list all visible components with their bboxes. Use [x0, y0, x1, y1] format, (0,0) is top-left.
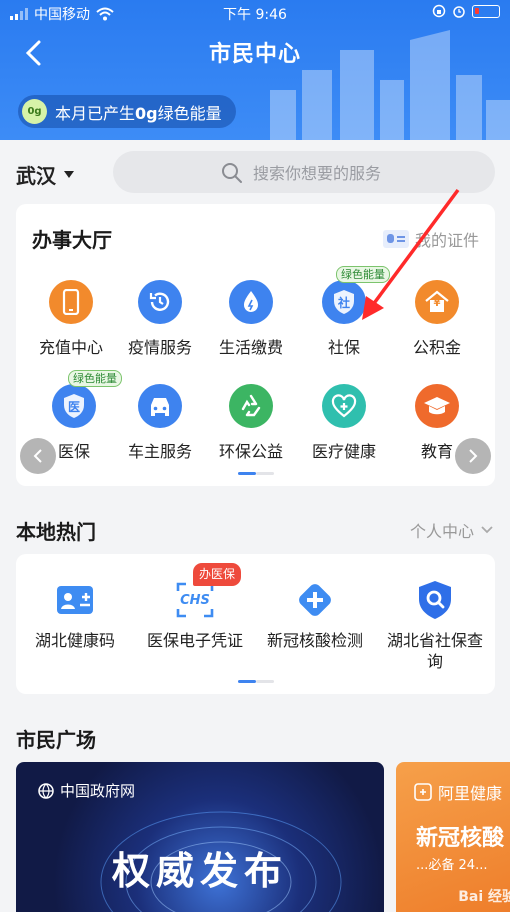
house-yen-icon: ¥ — [415, 280, 459, 324]
ali-health-logo-icon — [414, 783, 432, 801]
plaza-subline: ...必备 24... — [416, 858, 488, 873]
phone-icon — [49, 280, 93, 324]
hot-item-medical-voucher[interactable]: CHS 办医保 医保电子凭证 — [140, 563, 250, 651]
green-energy-badge: 绿色能量 — [336, 266, 390, 283]
personal-center-label: 个人中心 — [409, 522, 474, 541]
car-icon — [138, 384, 182, 428]
plaza-source: 阿里健康 — [438, 784, 503, 803]
clock-history-icon — [138, 280, 182, 324]
service-car-owner[interactable]: 车主服务 — [115, 384, 205, 462]
hot-item-social-security-query[interactable]: 湖北省社保查询 — [380, 580, 490, 672]
service-label: 社保 — [327, 338, 360, 357]
green-energy-pill[interactable]: 0g 本月已产生0g绿色能量 — [18, 95, 236, 128]
service-label: 环保公益 — [218, 442, 283, 461]
hot-item-label: 新冠核酸检测 — [266, 631, 363, 650]
search-icon — [222, 163, 242, 183]
my-certificates-label: 我的证件 — [414, 231, 479, 250]
rotation-lock-icon — [432, 4, 446, 18]
graduation-cap-icon — [415, 384, 459, 428]
energy-text-post: 绿色能量 — [157, 103, 222, 123]
service-label: 教育 — [420, 442, 453, 461]
service-epidemic[interactable]: 疫情服务 — [115, 280, 205, 358]
service-label: 公积金 — [412, 338, 461, 357]
service-social-security[interactable]: 社 绿色能量 社保 — [299, 266, 390, 358]
alarm-icon — [453, 6, 465, 18]
she-char: 社 — [337, 295, 350, 310]
header: 中国移动 下午 9:46 市民中心 0g 本月已产生0g绿色能量 — [0, 0, 510, 140]
page-indicator — [238, 680, 274, 683]
service-healthcare[interactable]: 医疗健康 — [299, 384, 389, 462]
service-label: 生活缴费 — [218, 338, 283, 357]
scroll-right-button[interactable] — [455, 438, 491, 474]
shield-she-icon: 社 绿色能量 — [322, 266, 390, 324]
search-placeholder: 搜索你想要的服务 — [253, 164, 382, 183]
chevron-left-icon — [33, 449, 42, 463]
service-label: 医疗健康 — [311, 442, 376, 461]
search-input[interactable]: 搜索你想要的服务 — [113, 151, 495, 193]
shield-search-icon — [415, 580, 455, 620]
chevron-down-icon — [481, 526, 493, 534]
drop-icon — [229, 280, 273, 324]
plaza-section-title: 市民广场 — [16, 728, 96, 752]
plaza-headline: 新冠核酸 — [416, 826, 505, 851]
yi-char: 医 — [67, 399, 80, 414]
chevron-right-icon — [469, 449, 478, 463]
page-title: 市民中心 — [208, 42, 301, 67]
hot-services-card: 湖北健康码 CHS 办医保 医保电子凭证 新冠核酸检测 湖北省社保查询 — [16, 554, 495, 694]
hot-item-label: 医保电子凭证 — [146, 631, 243, 650]
my-certificates-link[interactable]: 我的证件 — [382, 227, 479, 251]
green-energy-badge: 绿色能量 — [68, 370, 122, 387]
status-bar: 中国移动 下午 9:46 — [0, 0, 510, 26]
search-row: 武汉 搜索你想要的服务 — [0, 140, 510, 200]
plaza-card-gov[interactable]: 中国政府网 权威发布 — [16, 762, 384, 912]
watermark-text: Bai 经验 — [458, 889, 510, 905]
chs-icon: CHS 办医保 — [175, 563, 242, 620]
hot-item-label: 湖北省社保查询 — [386, 631, 483, 671]
globe-icon — [38, 782, 54, 799]
medical-icon — [322, 384, 366, 428]
hot-item-health-code[interactable]: 湖北健康码 — [20, 580, 130, 651]
city-selector[interactable]: 武汉 — [16, 160, 74, 189]
health-code-icon — [55, 580, 95, 620]
plaza-headline: 权威发布 — [111, 849, 288, 893]
shield-yi-icon: 医 绿色能量 — [52, 370, 122, 428]
service-utilities[interactable]: 生活缴费 — [206, 280, 296, 358]
energy-text-pre: 本月已产生 — [55, 103, 136, 123]
energy-leaf-icon: 0g — [22, 99, 47, 124]
energy-value: 0g — [135, 103, 158, 123]
service-environment[interactable]: 环保公益 — [206, 384, 296, 462]
hall-title: 办事大厅 — [32, 228, 112, 252]
hot-section-title: 本地热门 — [16, 520, 96, 544]
personal-center-link[interactable]: 个人中心 — [410, 518, 494, 542]
yen-char: ¥ — [433, 298, 441, 309]
plaza-card-ali-health[interactable]: 阿里健康 新冠核酸 ...必备 24... Bai 经验 — [396, 762, 510, 912]
service-recharge[interactable]: 充值中心 — [26, 280, 116, 358]
medical-insurance-badge: 办医保 — [193, 563, 242, 586]
plus-diamond-icon — [295, 580, 335, 620]
plaza-source: 中国政府网 — [60, 782, 136, 800]
hot-item-label: 湖北健康码 — [34, 631, 115, 650]
service-label: 充值中心 — [38, 338, 103, 357]
recycle-icon — [229, 384, 273, 428]
service-label: 医保 — [57, 442, 90, 461]
chs-text: CHS — [180, 592, 210, 608]
page-indicator — [238, 472, 274, 475]
battery-icon — [472, 4, 500, 18]
caret-down-icon — [64, 171, 74, 178]
id-card-icon — [382, 230, 409, 248]
service-label: 疫情服务 — [127, 338, 192, 357]
service-housing-fund[interactable]: ¥ 公积金 — [392, 280, 482, 358]
scroll-left-button[interactable] — [20, 438, 56, 474]
hot-item-covid-test[interactable]: 新冠核酸检测 — [260, 580, 370, 651]
city-label: 武汉 — [16, 164, 56, 188]
service-label: 车主服务 — [127, 442, 192, 461]
service-hall-card: 办事大厅 我的证件 充值中心 疫情服务 生活缴费 社 绿色能量 社保 ¥ 公积金… — [16, 204, 495, 486]
